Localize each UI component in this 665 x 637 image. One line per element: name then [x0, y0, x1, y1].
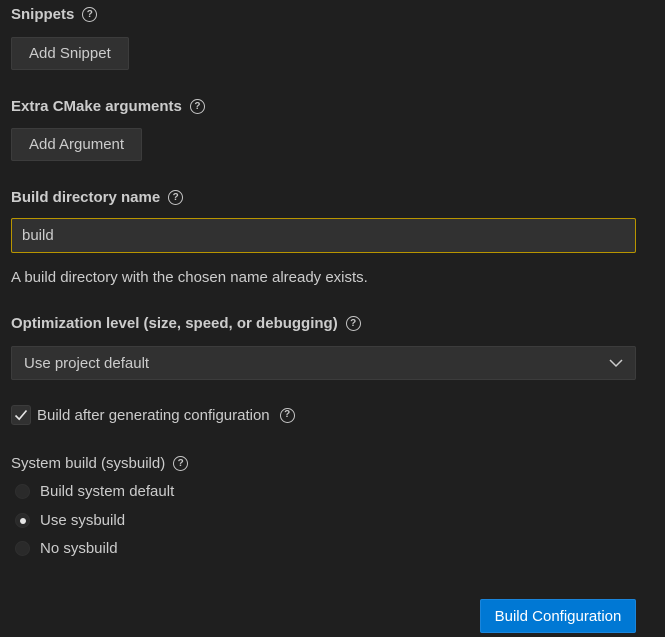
add-argument-button[interactable]: Add Argument: [11, 128, 143, 161]
snippets-title: Snippets ?: [11, 6, 98, 23]
sysbuild-label: System build (sysbuild): [11, 455, 166, 472]
build-after-row: Build after generating configuration ?: [11, 405, 295, 425]
build-dir-label: Build directory name: [11, 189, 161, 206]
help-icon[interactable]: ?: [279, 407, 295, 423]
help-icon[interactable]: ?: [173, 456, 189, 471]
radio-button[interactable]: [15, 541, 30, 556]
sysbuild-option-label: Build system default: [40, 483, 175, 500]
check-icon: [14, 409, 28, 421]
radio-button-selected[interactable]: [15, 513, 30, 528]
snippets-label: Snippets: [11, 6, 75, 23]
cmake-args-title: Extra CMake arguments ?: [11, 98, 205, 115]
sysbuild-option-none[interactable]: No sysbuild: [15, 540, 118, 557]
sysbuild-option-label: No sysbuild: [40, 540, 118, 557]
sysbuild-option-default[interactable]: Build system default: [15, 483, 174, 500]
build-configuration-button[interactable]: Build Configuration: [480, 599, 636, 633]
chevron-down-icon: [609, 358, 623, 368]
build-config-form: Snippets ? Add Snippet Extra CMake argum…: [0, 0, 665, 637]
help-icon[interactable]: ?: [189, 99, 205, 114]
build-dir-title: Build directory name ?: [11, 189, 184, 206]
sysbuild-option-use[interactable]: Use sysbuild: [15, 512, 125, 529]
cmake-args-label: Extra CMake arguments: [11, 98, 182, 115]
sysbuild-title: System build (sysbuild) ?: [11, 455, 189, 472]
optimization-label: Optimization level (size, speed, or debu…: [11, 315, 338, 332]
optimization-selected-value: Use project default: [24, 354, 150, 372]
build-dir-warning: A build directory with the chosen name a…: [11, 269, 368, 286]
radio-button[interactable]: [15, 484, 30, 499]
optimization-title: Optimization level (size, speed, or debu…: [11, 315, 361, 332]
add-snippet-button[interactable]: Add Snippet: [11, 37, 129, 70]
help-icon[interactable]: ?: [345, 316, 361, 331]
build-after-label: Build after generating configuration: [37, 406, 270, 424]
help-icon[interactable]: ?: [82, 7, 98, 22]
help-icon[interactable]: ?: [168, 190, 184, 205]
build-dir-input[interactable]: [11, 218, 636, 253]
build-after-checkbox[interactable]: [11, 405, 31, 425]
sysbuild-option-label: Use sysbuild: [40, 512, 126, 529]
optimization-select[interactable]: Use project default: [11, 346, 636, 380]
